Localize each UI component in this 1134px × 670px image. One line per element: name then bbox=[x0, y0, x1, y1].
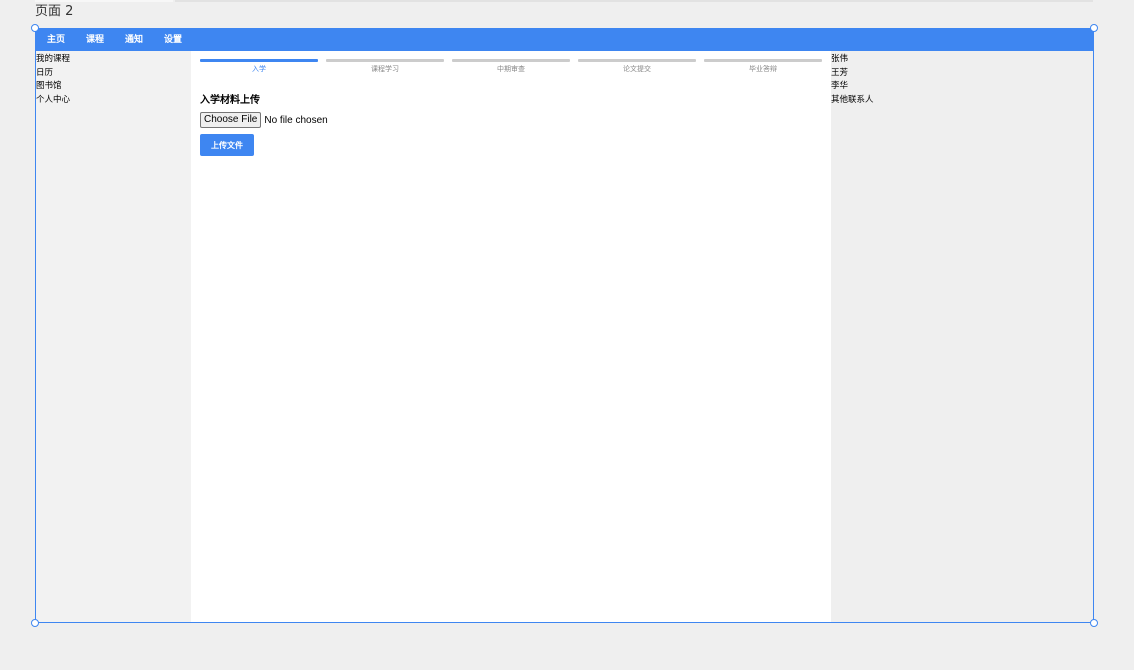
choose-file-button[interactable]: Choose File bbox=[200, 112, 262, 128]
step-bar bbox=[452, 59, 570, 62]
sidebar-item-profile[interactable]: 个人中心 bbox=[36, 94, 191, 108]
nav-item-settings[interactable]: 设置 bbox=[164, 34, 182, 46]
step-label: 课程学习 bbox=[371, 65, 399, 73]
step-label: 论文提交 bbox=[623, 65, 651, 73]
step-bar bbox=[326, 59, 444, 62]
nav-item-courses[interactable]: 课程 bbox=[86, 34, 104, 46]
resize-handle-bottom-left[interactable] bbox=[31, 619, 39, 627]
file-status-text: No file chosen bbox=[264, 114, 328, 126]
file-input[interactable]: Choose File No file chosen bbox=[200, 112, 328, 128]
resize-handle-top-right[interactable] bbox=[1090, 24, 1098, 32]
contact-list: 张伟 王芳 李华 其他联系人 bbox=[831, 51, 1093, 107]
step-enrollment[interactable]: 入学 bbox=[200, 59, 318, 74]
step-course-study[interactable]: 课程学习 bbox=[326, 59, 444, 74]
contact-item-li-hua[interactable]: 李华 bbox=[831, 80, 1093, 94]
top-divider bbox=[175, 0, 1093, 2]
step-bar bbox=[578, 59, 696, 62]
sidebar-item-my-courses[interactable]: 我的课程 bbox=[36, 53, 191, 67]
resize-handle-bottom-right[interactable] bbox=[1090, 619, 1098, 627]
contact-item-wang-fang[interactable]: 王芳 bbox=[831, 67, 1093, 81]
upload-section-title: 入学材料上传 bbox=[200, 95, 260, 106]
contact-item-zhang-wei[interactable]: 张伟 bbox=[831, 53, 1093, 67]
right-sidebar-contacts: 张伟 王芳 李华 其他联系人 bbox=[831, 51, 1093, 622]
nav-item-home[interactable]: 主页 bbox=[47, 34, 65, 46]
sidebar-item-calendar[interactable]: 日历 bbox=[36, 67, 191, 81]
sidebar-item-library[interactable]: 图书馆 bbox=[36, 80, 191, 94]
left-sidebar-list: 我的课程 日历 图书馆 个人中心 bbox=[36, 51, 191, 107]
step-label: 中期审查 bbox=[497, 65, 525, 73]
step-label: 毕业答辩 bbox=[749, 65, 777, 73]
artboard-frame[interactable]: 主页 课程 通知 设置 我的课程 日历 图书馆 个人中心 入学 课程学习 中期审… bbox=[35, 28, 1094, 623]
contact-item-other[interactable]: 其他联系人 bbox=[831, 94, 1093, 108]
progress-steps: 入学 课程学习 中期审查 论文提交 毕业答辩 bbox=[200, 59, 822, 75]
left-sidebar: 我的课程 日历 图书馆 个人中心 bbox=[36, 51, 191, 622]
page-label: 页面 2 bbox=[35, 4, 74, 19]
step-graduation-defense[interactable]: 毕业答辩 bbox=[704, 59, 822, 74]
step-midterm-review[interactable]: 中期审查 bbox=[452, 59, 570, 74]
upload-file-button[interactable]: 上传文件 bbox=[200, 134, 254, 156]
step-thesis-submission[interactable]: 论文提交 bbox=[578, 59, 696, 74]
step-bar bbox=[704, 59, 822, 62]
step-bar bbox=[200, 59, 318, 62]
resize-handle-top-left[interactable] bbox=[31, 24, 39, 32]
top-divider-left bbox=[35, 0, 173, 2]
nav-item-notifications[interactable]: 通知 bbox=[125, 34, 143, 46]
step-label: 入学 bbox=[252, 65, 266, 73]
top-navbar: 主页 课程 通知 设置 bbox=[36, 29, 1093, 51]
main-content: 入学 课程学习 中期审查 论文提交 毕业答辩 入学材料上传 Choose Fil… bbox=[191, 51, 831, 622]
